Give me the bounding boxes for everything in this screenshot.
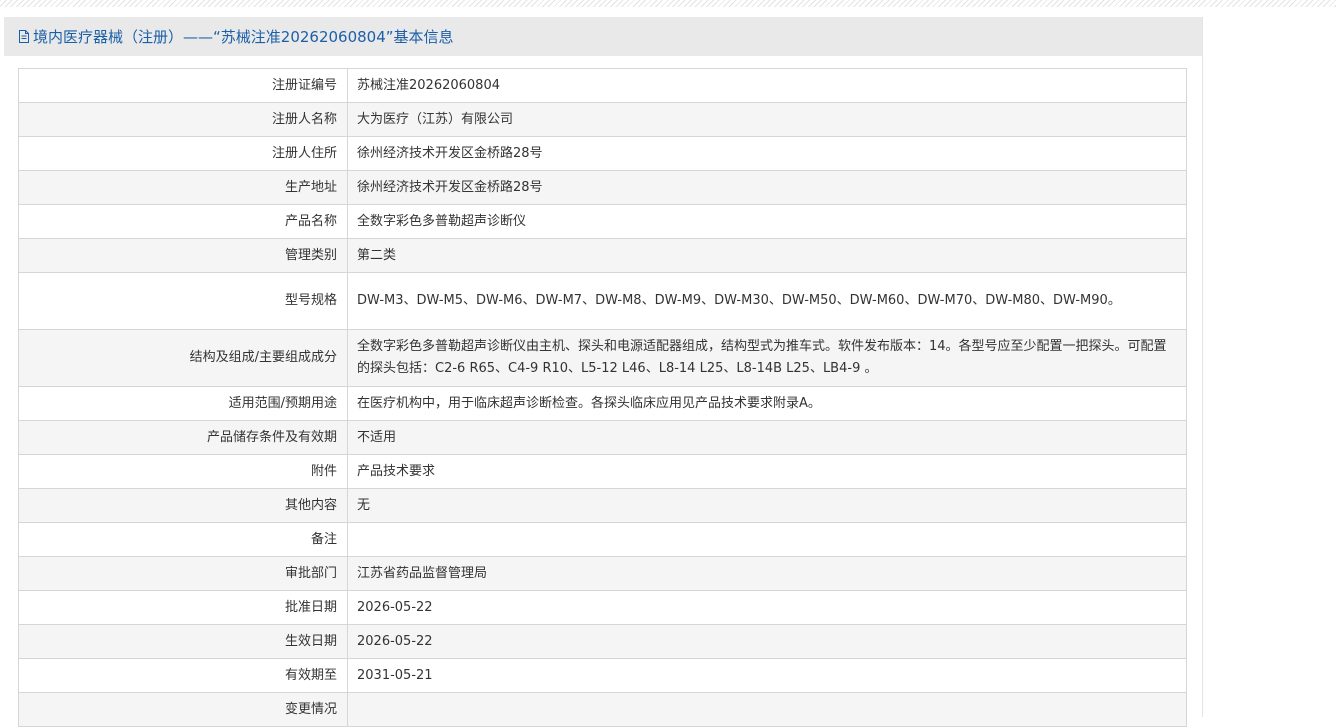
table-row: 注册证编号 苏械注准20262060804: [18, 68, 1187, 103]
row-label: 其他内容: [18, 488, 348, 523]
table-row: 批准日期 2026-05-22: [18, 590, 1187, 625]
row-value: 不适用: [347, 420, 1187, 455]
basic-info-panel: 境内医疗器械（注册）——“苏械注准20262060804”基本信息 注册证编号 …: [4, 17, 1203, 727]
panel-header: 境内医疗器械（注册）——“苏械注准20262060804”基本信息: [4, 17, 1202, 56]
row-value: 2026-05-22: [347, 624, 1187, 659]
row-value: [347, 522, 1187, 557]
row-label: 注册人名称: [18, 102, 348, 137]
row-label: 变更情况: [18, 692, 348, 727]
row-label: 产品名称: [18, 204, 348, 239]
table-row: 有效期至 2031-05-21: [18, 658, 1187, 693]
row-value: 在医疗机构中，用于临床超声诊断检查。各探头临床应用见产品技术要求附录A。: [347, 386, 1187, 421]
info-table: 注册证编号 苏械注准20262060804 注册人名称 大为医疗（江苏）有限公司…: [18, 68, 1187, 727]
row-value: 江苏省药品监督管理局: [347, 556, 1187, 591]
row-label: 生效日期: [18, 624, 348, 659]
table-row: 附件 产品技术要求: [18, 454, 1187, 489]
table-row: 结构及组成/主要组成成分 全数字彩色多普勒超声诊断仪由主机、探头和电源适配器组成…: [18, 329, 1187, 387]
row-label: 备注: [18, 522, 348, 557]
row-value: 全数字彩色多普勒超声诊断仪: [347, 204, 1187, 239]
row-label: 型号规格: [18, 272, 348, 330]
row-label: 有效期至: [18, 658, 348, 693]
table-row: 生效日期 2026-05-22: [18, 624, 1187, 659]
row-value: 2031-05-21: [347, 658, 1187, 693]
table-row: 生产地址 徐州经济技术开发区金桥路28号: [18, 170, 1187, 205]
row-label: 管理类别: [18, 238, 348, 273]
row-value: 2026-05-22: [347, 590, 1187, 625]
row-label: 产品储存条件及有效期: [18, 420, 348, 455]
table-row: 型号规格 DW-M3、DW-M5、DW-M6、DW-M7、DW-M8、DW-M9…: [18, 272, 1187, 330]
row-label: 批准日期: [18, 590, 348, 625]
row-value: DW-M3、DW-M5、DW-M6、DW-M7、DW-M8、DW-M9、DW-M…: [347, 272, 1187, 330]
row-label: 生产地址: [18, 170, 348, 205]
table-row: 适用范围/预期用途 在医疗机构中，用于临床超声诊断检查。各探头临床应用见产品技术…: [18, 386, 1187, 421]
panel-title: 境内医疗器械（注册）——“苏械注准20262060804”基本信息: [33, 28, 454, 46]
row-value: 徐州经济技术开发区金桥路28号: [347, 136, 1187, 171]
row-label: 注册人住所: [18, 136, 348, 171]
table-row: 注册人名称 大为医疗（江苏）有限公司: [18, 102, 1187, 137]
row-value: 苏械注准20262060804: [347, 68, 1187, 103]
row-label: 审批部门: [18, 556, 348, 591]
row-label: 注册证编号: [18, 68, 348, 103]
top-decorative-stripe: [0, 0, 1336, 7]
table-row: 审批部门 江苏省药品监督管理局: [18, 556, 1187, 591]
row-label: 适用范围/预期用途: [18, 386, 348, 421]
table-row: 变更情况: [18, 692, 1187, 727]
table-row: 产品储存条件及有效期 不适用: [18, 420, 1187, 455]
table-row: 备注: [18, 522, 1187, 557]
table-row: 其他内容 无: [18, 488, 1187, 523]
row-value: 产品技术要求: [347, 454, 1187, 489]
row-label: 结构及组成/主要组成成分: [18, 329, 348, 387]
table-row: 产品名称 全数字彩色多普勒超声诊断仪: [18, 204, 1187, 239]
row-value: 全数字彩色多普勒超声诊断仪由主机、探头和电源适配器组成，结构型式为推车式。软件发…: [347, 329, 1187, 387]
row-value: 徐州经济技术开发区金桥路28号: [347, 170, 1187, 205]
table-row: 管理类别 第二类: [18, 238, 1187, 273]
row-value: 无: [347, 488, 1187, 523]
row-value: 第二类: [347, 238, 1187, 273]
row-value: [347, 692, 1187, 727]
row-value: 大为医疗（江苏）有限公司: [347, 102, 1187, 137]
table-row: 注册人住所 徐州经济技术开发区金桥路28号: [18, 136, 1187, 171]
row-label: 附件: [18, 454, 348, 489]
document-icon: [18, 30, 30, 43]
